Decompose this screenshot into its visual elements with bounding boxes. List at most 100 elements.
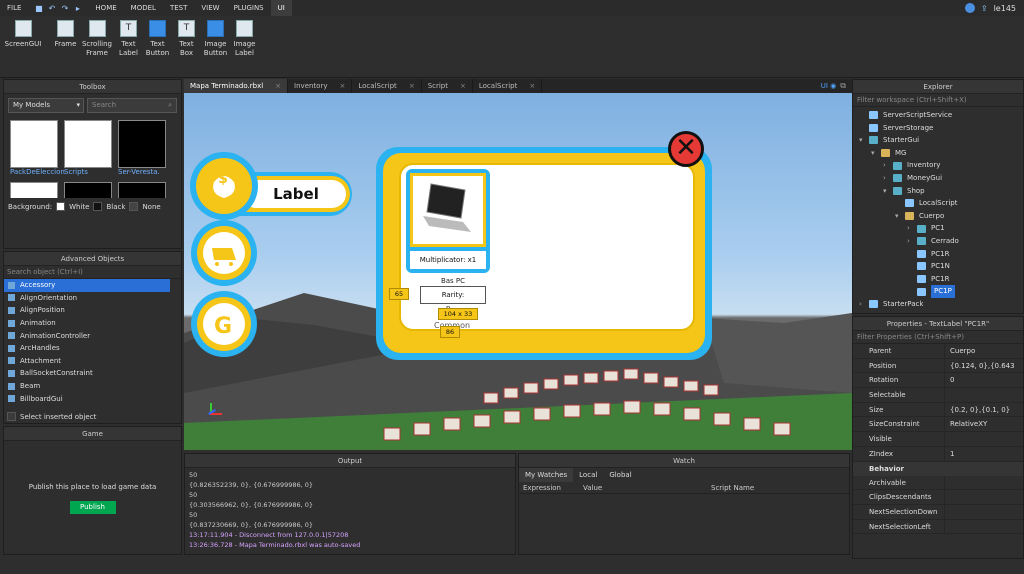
property-row[interactable]: SizeConstraint RelativeXY xyxy=(853,417,1023,433)
explorer-item[interactable]: PC1R xyxy=(853,248,1023,261)
explorer-item[interactable]: ▾ MG xyxy=(853,147,1023,160)
tab-localscript-2[interactable]: LocalScript × xyxy=(473,79,543,93)
explorer-item[interactable]: PC1R xyxy=(853,273,1023,286)
explorer-item[interactable]: PC1P xyxy=(853,285,1023,298)
property-value[interactable]: 0 xyxy=(945,373,954,387)
property-value[interactable] xyxy=(945,388,950,402)
advanced-item[interactable]: Beam xyxy=(4,380,170,393)
property-value[interactable] xyxy=(945,490,950,504)
tab-script[interactable]: Script × xyxy=(422,79,473,93)
model-thumbnail[interactable] xyxy=(10,182,58,198)
toolbox-search[interactable]: Search ⌕ xyxy=(87,98,177,113)
expand-arrow-icon[interactable]: ▾ xyxy=(883,185,893,198)
expand-arrow-icon[interactable]: ▾ xyxy=(859,134,869,147)
menu-model[interactable]: MODEL xyxy=(124,0,163,16)
text-label-button[interactable]: T Text Label xyxy=(114,20,143,58)
share-icon[interactable]: ⇪ xyxy=(981,4,988,13)
advanced-item[interactable]: Attachment xyxy=(4,355,170,368)
menu-test[interactable]: TEST xyxy=(163,0,194,16)
advanced-item[interactable]: AlignOrientation xyxy=(4,292,170,305)
property-value[interactable] xyxy=(945,505,950,519)
ui-visibility-toggle[interactable]: UI ◉ xyxy=(821,82,837,90)
col-expression[interactable]: Expression xyxy=(519,482,579,493)
property-value[interactable]: RelativeXY xyxy=(945,417,987,431)
property-row[interactable]: Rotation 0 xyxy=(853,373,1023,389)
explorer-item[interactable]: ServerScriptService xyxy=(853,109,1023,122)
gui-label-text[interactable]: Label xyxy=(244,180,348,208)
advanced-item[interactable]: BillboardGui xyxy=(4,392,170,405)
toolbox-dropdown[interactable]: My Models ▾ xyxy=(8,98,84,113)
search-icon[interactable]: ⌕ xyxy=(168,99,172,112)
col-script-name[interactable]: Script Name xyxy=(707,482,754,493)
expand-arrow-icon[interactable]: ▾ xyxy=(895,210,905,223)
property-value[interactable]: {0.124, 0},{0.643 xyxy=(945,359,1015,373)
explorer-item[interactable]: ▾ StarterGui xyxy=(853,134,1023,147)
col-value[interactable]: Value xyxy=(579,482,707,493)
tab-my-watches[interactable]: My Watches xyxy=(519,468,574,482)
3d-viewport[interactable]: Label G $ ✕ Multiplicator: x1 Bas PC Rar… xyxy=(184,93,852,450)
save-icon[interactable]: ■ xyxy=(34,4,43,13)
expand-arrow-icon[interactable]: › xyxy=(859,298,869,311)
property-row[interactable]: Parent Cuerpo xyxy=(853,344,1023,359)
property-value[interactable] xyxy=(945,520,950,534)
close-icon[interactable]: × xyxy=(529,79,535,93)
money-bag-icon[interactable]: $ xyxy=(208,171,238,187)
expand-arrow-icon[interactable]: › xyxy=(907,222,917,235)
property-row[interactable]: Size {0.2, 0},{0.1, 0} xyxy=(853,402,1023,418)
close-shop-button[interactable]: ✕ xyxy=(668,131,704,167)
bg-black-radio[interactable] xyxy=(93,202,103,211)
expand-arrow-icon[interactable]: › xyxy=(883,159,893,172)
properties-filter[interactable]: Filter Properties (Ctrl+Shift+P) xyxy=(853,331,1023,344)
advanced-search[interactable]: Search object (Ctrl+I) xyxy=(4,266,181,279)
expand-arrow-icon[interactable]: › xyxy=(907,235,917,248)
property-value[interactable]: 1 xyxy=(945,447,954,461)
scrolling-frame-button[interactable]: Scrolling Frame xyxy=(80,20,114,58)
model-thumbnail[interactable] xyxy=(118,182,166,198)
menu-file[interactable]: FILE xyxy=(0,0,28,16)
bg-none-radio[interactable] xyxy=(129,202,139,211)
image-label-button[interactable]: Image Label xyxy=(230,20,259,58)
tab-inventory[interactable]: Inventory × xyxy=(288,79,353,93)
publish-button[interactable]: Publish xyxy=(69,501,116,514)
rarity-label-selected[interactable]: Rarity: xyxy=(420,286,486,304)
toolbox-item[interactable]: PackDeEleccion xyxy=(10,120,65,177)
text-box-button[interactable]: T Text Box xyxy=(172,20,201,58)
advanced-item[interactable]: AnimationController xyxy=(4,329,170,342)
user-name[interactable]: le145 xyxy=(994,4,1016,13)
image-button-button[interactable]: Image Button xyxy=(201,20,230,58)
close-icon[interactable]: × xyxy=(460,79,466,93)
redo-icon[interactable]: ↷ xyxy=(60,4,69,13)
behavior-section-header[interactable]: Behavior xyxy=(853,461,1023,476)
advanced-item[interactable]: AlignPosition xyxy=(4,304,170,317)
property-row[interactable]: Position {0.124, 0},{0.643 xyxy=(853,358,1023,374)
expand-arrow-icon[interactable]: ▾ xyxy=(871,147,881,160)
explorer-item[interactable]: › StarterPack xyxy=(853,298,1023,311)
menu-plugins[interactable]: PLUGINS xyxy=(227,0,271,16)
property-row[interactable]: Selectable xyxy=(853,388,1023,403)
text-button-button[interactable]: Text Button xyxy=(143,20,172,58)
explorer-item[interactable]: ServerStorage xyxy=(853,122,1023,135)
toolbox-item[interactable]: Scripts xyxy=(64,120,112,177)
close-icon[interactable]: × xyxy=(339,79,345,93)
menu-home[interactable]: HOME xyxy=(88,0,123,16)
g-button-letter[interactable]: G xyxy=(208,314,238,339)
property-row[interactable]: NextSelectionDown xyxy=(853,504,1023,520)
property-value[interactable]: {0.2, 0},{0.1, 0} xyxy=(945,403,1010,417)
tab-global[interactable]: Global xyxy=(603,468,637,482)
advanced-item[interactable]: ArcHandles xyxy=(4,342,170,355)
tab-local[interactable]: Local xyxy=(573,468,603,482)
advanced-item[interactable]: Animation xyxy=(4,317,170,330)
undo-icon[interactable]: ↶ xyxy=(47,4,56,13)
expand-arrow-icon[interactable]: › xyxy=(883,172,893,185)
explorer-item[interactable]: › MoneyGui xyxy=(853,172,1023,185)
close-icon[interactable]: × xyxy=(275,79,281,93)
property-value[interactable] xyxy=(945,432,950,446)
select-inserted-checkbox[interactable] xyxy=(7,412,16,421)
advanced-item[interactable]: Accessory xyxy=(4,279,170,292)
model-thumbnail[interactable] xyxy=(64,182,112,198)
toolbox-item[interactable]: Ser-Veresta. xyxy=(118,120,166,177)
explorer-item[interactable]: LocalScript xyxy=(853,197,1023,210)
explorer-item[interactable]: › PC1 xyxy=(853,222,1023,235)
close-icon[interactable]: × xyxy=(409,79,415,93)
screengui-button[interactable]: ScreenGUI xyxy=(3,20,43,49)
